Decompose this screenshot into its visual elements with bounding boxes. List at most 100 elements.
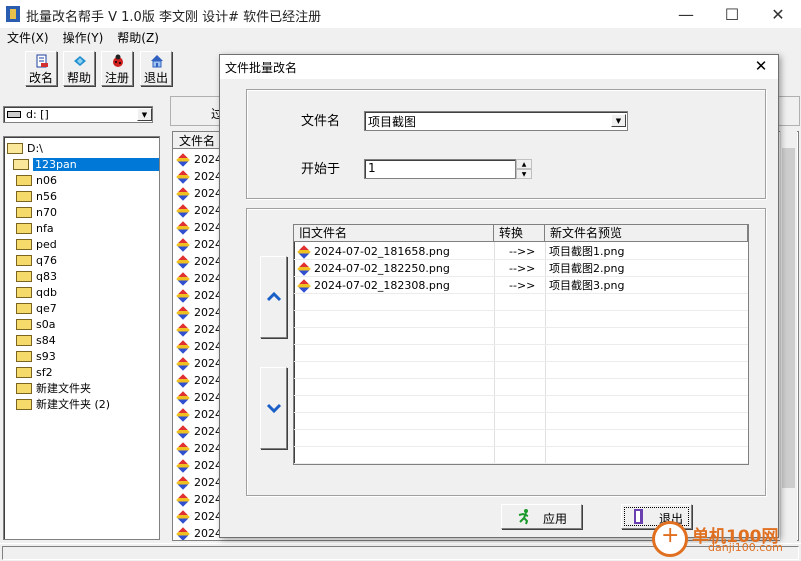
help-label: 帮助 — [66, 71, 91, 85]
tree-item[interactable]: sf2 — [16, 364, 53, 380]
png-file-icon — [176, 407, 190, 422]
tree-item[interactable]: s0a — [16, 316, 55, 332]
exit-icon — [151, 55, 163, 68]
png-file-icon — [176, 271, 190, 286]
table-row[interactable]: 2024-07-02_182250.png -->> 项目截图2.png — [294, 260, 748, 277]
tree-item[interactable]: qdb — [16, 284, 57, 300]
grid-line — [294, 344, 748, 345]
move-down-button[interactable] — [260, 367, 287, 449]
folder-icon — [16, 366, 32, 378]
settings-group — [246, 89, 766, 199]
old-name-cell: 2024-07-02_181658.png — [314, 245, 450, 258]
column-convert[interactable]: 转换 — [494, 225, 545, 242]
filename-select[interactable]: 项目截图 ▼ — [364, 111, 628, 131]
tree-item[interactable]: q76 — [16, 252, 57, 268]
register-label: 注册 — [104, 71, 129, 85]
tree-item-label: n70 — [36, 205, 57, 219]
minimize-button[interactable]: — — [663, 0, 709, 28]
spin-up-icon[interactable]: ▲ — [516, 159, 532, 169]
tree-item-label: 新建文件夹 — [36, 382, 91, 395]
menu-operate[interactable]: 操作(Y) — [56, 28, 111, 46]
folder-icon — [16, 254, 32, 266]
move-up-button[interactable] — [260, 256, 287, 338]
tree-root[interactable]: D:\ — [7, 140, 43, 156]
dialog-close-button[interactable]: ✕ — [750, 57, 772, 77]
grid-line — [294, 463, 748, 464]
menu-help[interactable]: 帮助(Z) — [110, 28, 166, 46]
folder-icon — [16, 190, 32, 202]
dialog-title: 文件批量改名 — [225, 61, 298, 75]
new-name-cell: 项目截图2.png — [549, 262, 625, 275]
tree-item-label: 新建文件夹 (2) — [36, 398, 111, 411]
tree-item-label: nfa — [36, 221, 54, 235]
png-file-icon — [176, 254, 190, 269]
tree-item-label: qe7 — [36, 301, 57, 315]
grid-line — [294, 378, 748, 379]
column-new-name[interactable]: 新文件名预览 — [545, 225, 748, 242]
drive-select[interactable]: d: [] ▼ — [3, 106, 153, 123]
tree-item[interactable]: n70 — [16, 204, 57, 220]
tree-item[interactable]: n56 — [16, 188, 57, 204]
folder-icon — [16, 174, 32, 186]
folder-tree[interactable]: D:\ 123pan n06 n56 n70 nfa ped q76 q83 qdb qe7 s0… — [3, 136, 160, 540]
register-button[interactable]: 注册 — [101, 51, 133, 86]
tree-item-label: s0a — [36, 317, 56, 331]
folder-icon — [16, 318, 32, 330]
png-file-icon — [176, 237, 190, 252]
tree-item[interactable]: s93 — [16, 348, 56, 364]
close-button[interactable]: ✕ — [755, 0, 801, 28]
tree-item[interactable]: nfa — [16, 220, 54, 236]
column-old-name[interactable]: 旧文件名 — [294, 225, 494, 242]
folder-icon — [16, 286, 32, 298]
grid-line — [294, 310, 748, 311]
tree-item-label: ped — [36, 237, 57, 251]
chevron-down-icon[interactable]: ▼ — [137, 108, 152, 121]
tree-item-selected[interactable]: 123pan — [7, 156, 159, 172]
scrollbar-thumb[interactable] — [782, 148, 795, 488]
tree-item[interactable]: 新建文件夹 — [16, 380, 91, 396]
tree-item-label: s93 — [36, 349, 56, 363]
rename-button[interactable]: 改名 — [25, 51, 57, 86]
folder-icon — [16, 206, 32, 218]
png-file-icon — [176, 526, 190, 540]
png-file-icon — [176, 390, 190, 405]
png-file-icon — [176, 356, 190, 371]
spin-down-icon[interactable]: ▼ — [516, 169, 532, 179]
png-file-icon — [176, 339, 190, 354]
tree-item-label: qdb — [36, 285, 57, 299]
tree-item[interactable]: ped — [16, 236, 57, 252]
new-name-cell: 项目截图1.png — [549, 245, 625, 258]
apply-button[interactable]: 应用 — [501, 504, 582, 529]
tree-item[interactable]: s84 — [16, 332, 56, 348]
table-row[interactable]: 2024-07-02_181658.png -->> 项目截图1.png — [294, 243, 748, 260]
maximize-button[interactable]: ☐ — [709, 0, 755, 28]
folder-open-icon — [13, 158, 29, 170]
folder-icon — [16, 302, 32, 314]
old-name-cell: 2024-07-02_182308.png — [314, 279, 450, 292]
exit-toolbar-button[interactable]: 退出 — [140, 51, 172, 86]
window-title: 批量改名帮手 V 1.0版 李文刚 设计# 软件已经注册 — [26, 10, 322, 25]
tree-item[interactable]: q83 — [16, 268, 57, 284]
convert-cell: -->> — [509, 262, 536, 275]
png-file-icon — [176, 373, 190, 388]
tree-item[interactable]: qe7 — [16, 300, 57, 316]
menu-file[interactable]: 文件(X) — [0, 28, 56, 46]
png-file-icon — [176, 288, 190, 303]
png-file-icon — [176, 203, 190, 218]
grid-line — [294, 395, 748, 396]
menu-bar: 文件(X) 操作(Y) 帮助(Z) — [0, 28, 801, 46]
app-icon — [6, 6, 20, 22]
tree-item[interactable]: n06 — [16, 172, 57, 188]
help-button[interactable]: 帮助 — [63, 51, 95, 86]
file-list-header[interactable]: 文件名 — [173, 132, 221, 149]
rename-preview-list[interactable]: 旧文件名 转换 新文件名预览 2024-07-02_181658.png -->>… — [293, 224, 749, 465]
table-row[interactable]: 2024-07-02_182308.png -->> 项目截图3.png — [294, 277, 748, 294]
tree-item[interactable]: 新建文件夹 (2) — [16, 396, 110, 412]
chevron-down-icon[interactable]: ▼ — [611, 114, 626, 127]
register-icon — [113, 54, 123, 67]
start-number-input[interactable]: 1 — [364, 159, 516, 179]
filename-label: 文件名 — [301, 114, 341, 129]
dialog-title-bar: 文件批量改名 ✕ — [220, 55, 778, 79]
folder-icon — [16, 222, 32, 234]
running-man-icon — [518, 509, 529, 525]
